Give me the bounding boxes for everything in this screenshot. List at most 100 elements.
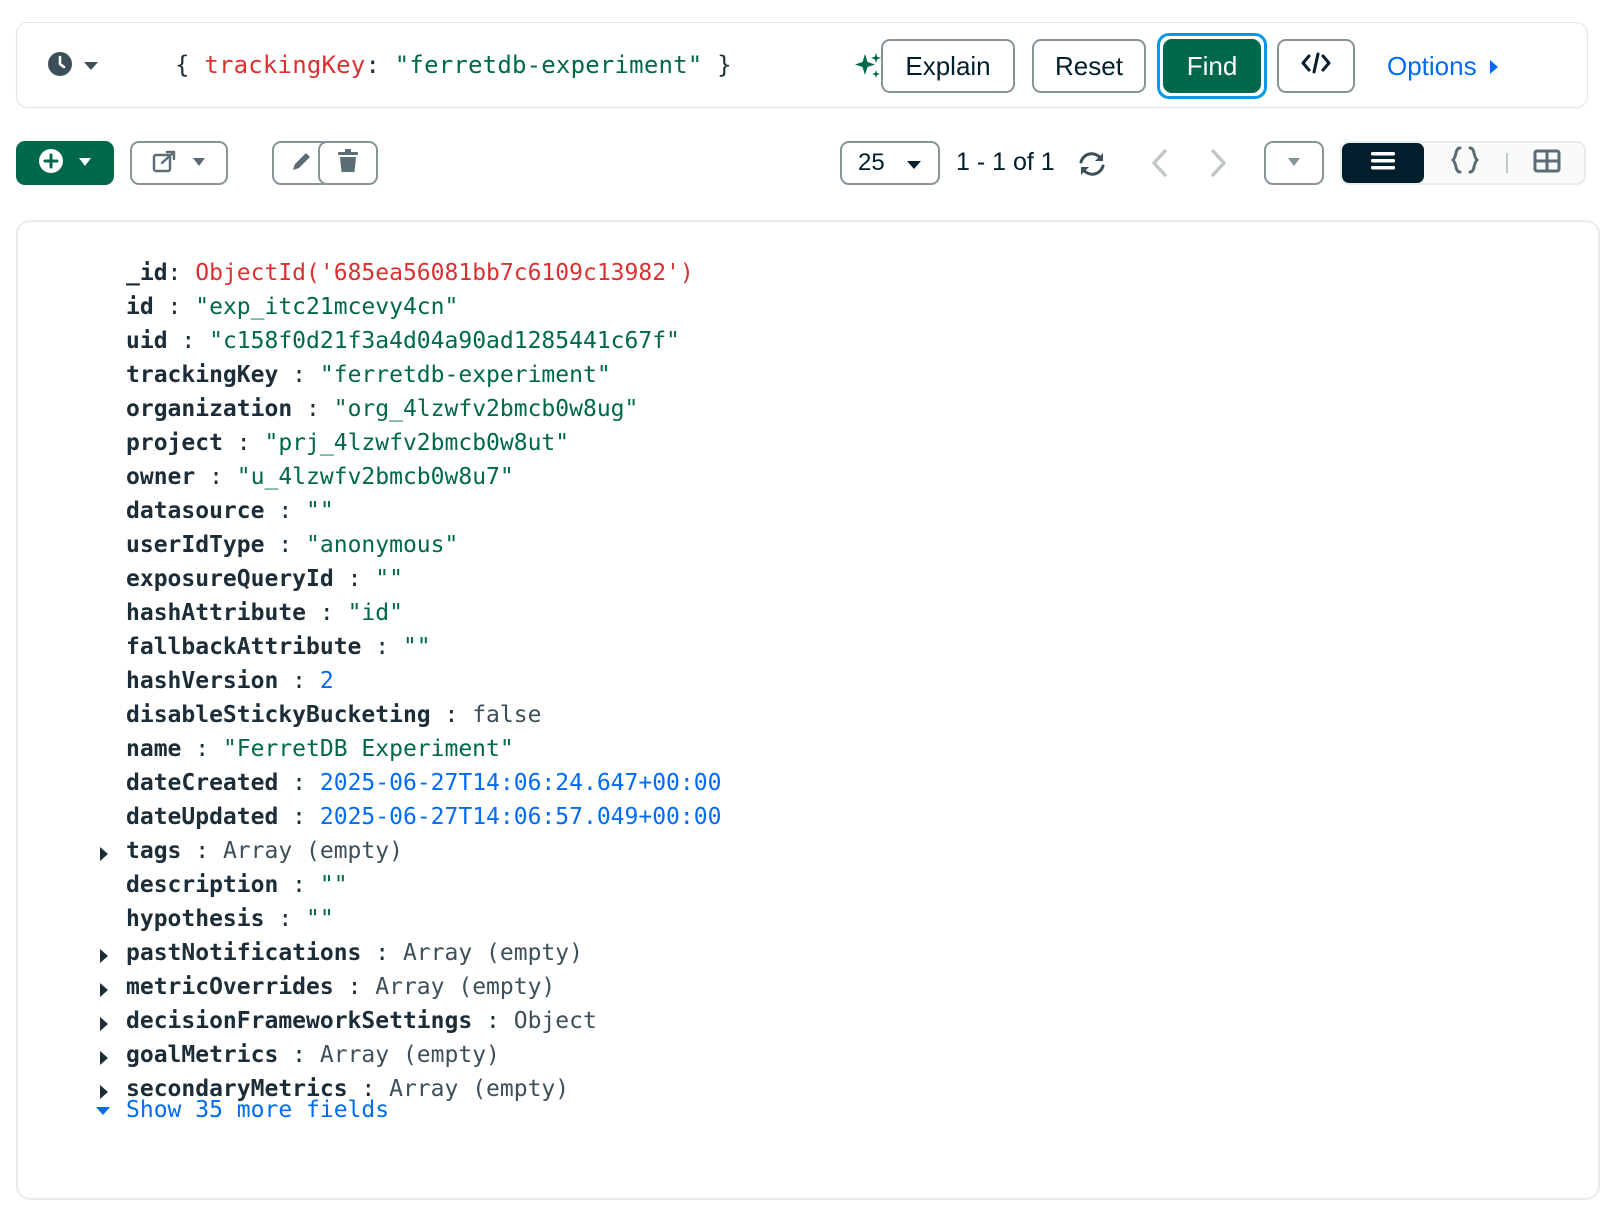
table-view-button[interactable] bbox=[1508, 143, 1584, 183]
field-separator: : bbox=[361, 940, 403, 966]
field-key: name bbox=[126, 736, 182, 762]
field-key: dateCreated bbox=[126, 770, 279, 796]
field-key: metricOverrides bbox=[126, 974, 334, 1000]
expand-caret-icon[interactable] bbox=[100, 1051, 108, 1065]
sparkle-icon[interactable] bbox=[853, 51, 883, 86]
caret-right-icon bbox=[1489, 51, 1499, 82]
field-key: uid bbox=[126, 328, 168, 354]
options-toggle[interactable]: Options bbox=[1387, 51, 1499, 82]
query-filter-input[interactable]: { trackingKey: "ferretdb-experiment" } bbox=[175, 51, 732, 79]
chevron-down-icon bbox=[1287, 154, 1301, 172]
document-field-row: dateUpdated : 2025-06-27T14:06:57.049+00… bbox=[18, 802, 1598, 836]
field-value: false bbox=[472, 702, 542, 728]
document-fields: _id: ObjectId('685ea56081bb7c6109c13982'… bbox=[18, 258, 1598, 1108]
explain-button[interactable]: Explain bbox=[881, 39, 1015, 93]
expand-caret-icon[interactable] bbox=[100, 949, 108, 963]
document-field-row: exposureQueryId : "" bbox=[18, 564, 1598, 598]
expand-caret-icon[interactable] bbox=[100, 1017, 108, 1031]
export-to-language-button[interactable] bbox=[1277, 39, 1355, 93]
json-view-button[interactable] bbox=[1424, 143, 1506, 183]
document-field-row[interactable]: metricOverrides : Array (empty) bbox=[18, 972, 1598, 1006]
document-field-row: project : "prj_4lzwfv2bmcb0w8ut" bbox=[18, 428, 1598, 462]
query-history-button[interactable] bbox=[47, 51, 99, 82]
field-value: "prj_4lzwfv2bmcb0w8ut" bbox=[264, 430, 570, 456]
clock-icon bbox=[47, 51, 73, 82]
document-field-row[interactable]: tags : Array (empty) bbox=[18, 836, 1598, 870]
field-value: "u_4lzwfv2bmcb0w8u7" bbox=[236, 464, 514, 490]
export-data-button[interactable] bbox=[130, 141, 228, 185]
query-bar: { trackingKey: "ferretdb-experiment" } E… bbox=[16, 22, 1588, 108]
field-key: hashAttribute bbox=[126, 600, 307, 626]
document-field-row[interactable]: goalMetrics : Array (empty) bbox=[18, 1040, 1598, 1074]
field-separator: : bbox=[292, 396, 334, 422]
field-value: "org_4lzwfv2bmcb0w8ug" bbox=[333, 396, 639, 422]
field-value: "" bbox=[306, 498, 334, 524]
document-field-row: fallbackAttribute : "" bbox=[18, 632, 1598, 666]
field-separator: : bbox=[181, 838, 223, 864]
field-separator: : bbox=[222, 430, 265, 456]
add-data-button[interactable] bbox=[16, 141, 114, 185]
chevron-left-icon[interactable] bbox=[1150, 148, 1170, 183]
field-value: "id" bbox=[347, 600, 403, 626]
document-field-row: hashVersion : 2 bbox=[18, 666, 1598, 700]
field-key: trackingKey bbox=[126, 362, 279, 388]
bulk-delete-button[interactable] bbox=[318, 141, 378, 185]
document-field-row: userIdType : "anonymous" bbox=[18, 530, 1598, 564]
field-separator: : bbox=[153, 294, 196, 320]
field-value: "FerretDB Experiment" bbox=[222, 736, 514, 762]
field-key: datasource bbox=[126, 498, 265, 524]
field-key: id bbox=[126, 294, 154, 320]
chevron-down-icon bbox=[192, 154, 206, 172]
expand-caret-icon[interactable] bbox=[100, 983, 108, 997]
field-separator: : bbox=[430, 702, 473, 728]
field-separator: : bbox=[278, 872, 320, 898]
field-value: 2 bbox=[319, 668, 334, 694]
field-separator: : bbox=[333, 566, 376, 592]
field-key: pastNotifications bbox=[126, 940, 362, 966]
field-value: "anonymous" bbox=[306, 532, 459, 558]
field-value: "" bbox=[306, 906, 334, 932]
field-key: exposureQueryId bbox=[126, 566, 334, 592]
chevron-down-icon bbox=[83, 59, 99, 77]
expand-caret-icon[interactable] bbox=[100, 847, 108, 861]
query-value: "ferretdb-experiment" bbox=[394, 51, 703, 79]
field-key: owner bbox=[126, 464, 196, 490]
document-field-row[interactable]: pastNotifications : Array (empty) bbox=[18, 938, 1598, 972]
field-separator: : bbox=[306, 600, 348, 626]
document-field-row[interactable]: decisionFrameworkSettings : Object bbox=[18, 1006, 1598, 1040]
field-value: "" bbox=[375, 566, 403, 592]
refresh-icon[interactable] bbox=[1076, 150, 1108, 183]
field-value: Array (empty) bbox=[319, 1042, 500, 1068]
document-field-row: uid : "c158f0d21f3a4d04a90ad1285441c67f" bbox=[18, 326, 1598, 360]
trash-icon bbox=[337, 148, 359, 178]
document-field-row: description : "" bbox=[18, 870, 1598, 904]
field-value: Array (empty) bbox=[402, 940, 583, 966]
document-card: _id: ObjectId('685ea56081bb7c6109c13982'… bbox=[16, 220, 1600, 1200]
list-view-button[interactable] bbox=[1342, 143, 1424, 183]
document-field-row: _id: ObjectId('685ea56081bb7c6109c13982'… bbox=[18, 258, 1598, 292]
field-key: dateUpdated bbox=[126, 804, 279, 830]
page-size-select[interactable]: 25 bbox=[840, 141, 940, 185]
field-key: hashVersion bbox=[126, 668, 279, 694]
field-key: project bbox=[126, 430, 223, 456]
field-separator: : bbox=[167, 260, 196, 286]
document-field-row: name : "FerretDB Experiment" bbox=[18, 734, 1598, 768]
table-icon bbox=[1533, 149, 1561, 178]
field-value: Array (empty) bbox=[375, 974, 556, 1000]
query-key: trackingKey bbox=[204, 51, 366, 79]
show-more-fields-button[interactable]: Show 35 more fields bbox=[96, 1097, 389, 1123]
find-button[interactable]: Find bbox=[1163, 39, 1261, 93]
query-open-brace: { bbox=[175, 51, 205, 79]
field-key: organization bbox=[126, 396, 293, 422]
document-field-row: owner : "u_4lzwfv2bmcb0w8u7" bbox=[18, 462, 1598, 496]
field-separator: : bbox=[195, 464, 237, 490]
document-field-row: disableStickyBucketing : false bbox=[18, 700, 1598, 734]
chevron-right-icon[interactable] bbox=[1208, 148, 1228, 183]
export-icon bbox=[152, 149, 178, 178]
field-value: "c158f0d21f3a4d04a90ad1285441c67f" bbox=[209, 328, 680, 354]
field-key: decisionFrameworkSettings bbox=[126, 1008, 473, 1034]
field-key: _id bbox=[126, 260, 168, 286]
reset-button[interactable]: Reset bbox=[1032, 39, 1146, 93]
chevron-down-icon bbox=[906, 149, 922, 177]
more-options-dropdown[interactable] bbox=[1264, 141, 1324, 185]
